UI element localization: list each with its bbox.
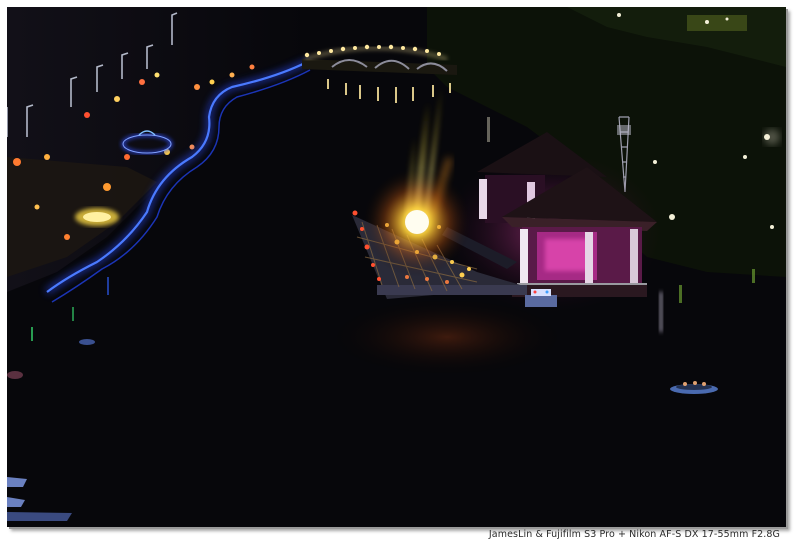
- photo-scene: [7, 7, 786, 527]
- photo-caption: JamesLin & Fujifilm S3 Pro + Nikon AF-S …: [488, 529, 780, 540]
- photo-frame: JamesLin & Fujifilm S3 Pro + Nikon AF-S …: [0, 0, 800, 555]
- festival-photo: [7, 7, 786, 527]
